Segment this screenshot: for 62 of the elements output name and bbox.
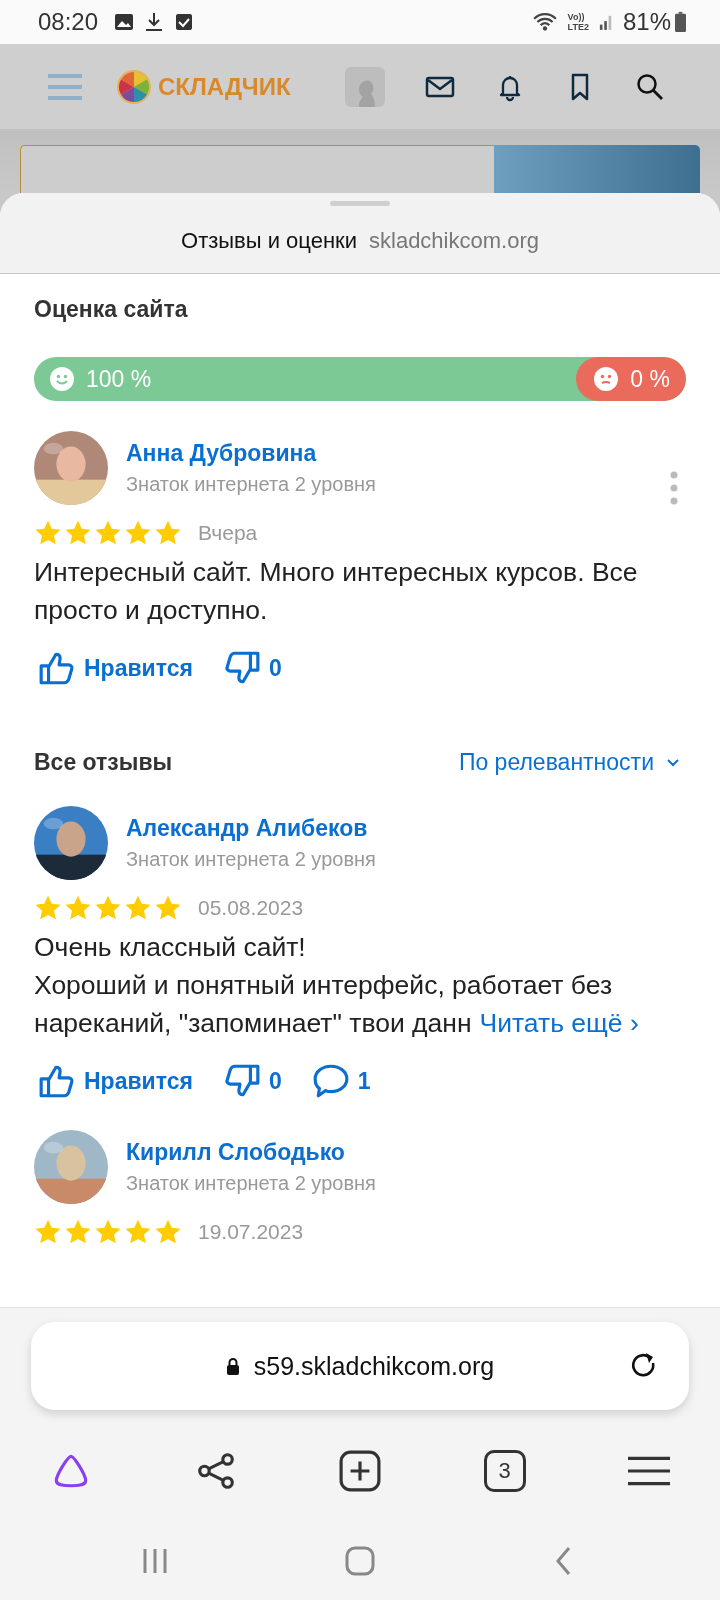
star-icon [124,1218,152,1246]
author-name[interactable]: Александр Алибеков [126,815,672,842]
like-button[interactable]: Нравится [34,649,193,687]
star-icon [94,1218,122,1246]
dislike-button[interactable]: 0 [218,1062,282,1100]
review-date: Вчера [198,521,258,545]
status-time: 08:20 [38,8,99,36]
review-text: Интересный сайт. Много интересных курсов. Все просто и доступно. [34,556,639,627]
star-icon [64,519,92,547]
section-heading: Все отзывы [34,749,173,776]
sheet-title: Отзывы и оценки [181,228,357,254]
network-label: LTE2 [567,22,589,32]
drag-handle[interactable] [330,201,390,206]
url-text: s59.skladchikcom.org [253,1351,495,1381]
battery-icon [675,11,686,33]
search-field[interactable] [20,145,494,193]
author-name[interactable]: Анна Дубровина [126,440,670,467]
sort-dropdown[interactable]: По релевантности [458,749,680,776]
star-icon [34,894,62,922]
star-icon [154,1218,182,1246]
logo-icon [116,69,152,105]
star-icon [64,1218,92,1246]
dislike-button[interactable]: 0 [218,649,282,687]
star-icon [94,519,122,547]
image-icon [114,12,135,32]
star-icon [154,519,182,547]
checkbox-icon [174,12,195,32]
address-bar[interactable]: s59.skladchikcom.org [31,1322,689,1410]
star-icon [124,894,152,922]
star-icon [124,519,152,547]
star-icon [64,894,92,922]
star-icon [94,894,122,922]
speech-bubble-icon [311,1062,350,1100]
comments-button[interactable]: 1 [307,1062,371,1100]
network-label: Vo)) [567,12,586,22]
like-button[interactable]: Нравится [34,1062,193,1100]
smile-icon [50,367,74,391]
home-icon[interactable] [345,1546,375,1576]
negative-percent: 0 % [630,365,670,393]
chevron-down-icon [666,757,680,768]
tabs-button[interactable]: 3 [483,1450,526,1492]
author-level: Знаток интернета 2 уровня [126,473,377,496]
star-icon [34,519,62,547]
author-name[interactable]: Кирилл Слободько [126,1139,672,1166]
lock-icon [225,1357,240,1375]
star-icon [154,894,182,922]
sheet-domain: skladchikcom.org [369,228,539,254]
review-date: 19.07.2023 [198,1220,304,1244]
review-text: Очень классный сайт! Хороший и понятный интерфейс, работает без нареканий, "запоминает" твои данн Читать ещё › [34,931,640,1040]
positive-percent: 100 % [86,365,152,393]
download-icon [144,12,165,32]
wifi-icon [531,11,558,33]
battery-percent: 81% [622,8,671,36]
new-tab-icon[interactable] [339,1450,381,1492]
search-icon[interactable] [634,72,665,102]
sad-face-icon [594,367,619,391]
star-icon [34,1218,62,1246]
author-level: Знаток интернета 2 уровня [126,1172,377,1195]
author-level: Знаток интернета 2 уровня [126,848,377,871]
review-date: 05.08.2023 [198,896,304,920]
section-heading: Оценка сайта [34,296,189,323]
read-more-link[interactable]: Читать ещё › [479,1008,639,1038]
